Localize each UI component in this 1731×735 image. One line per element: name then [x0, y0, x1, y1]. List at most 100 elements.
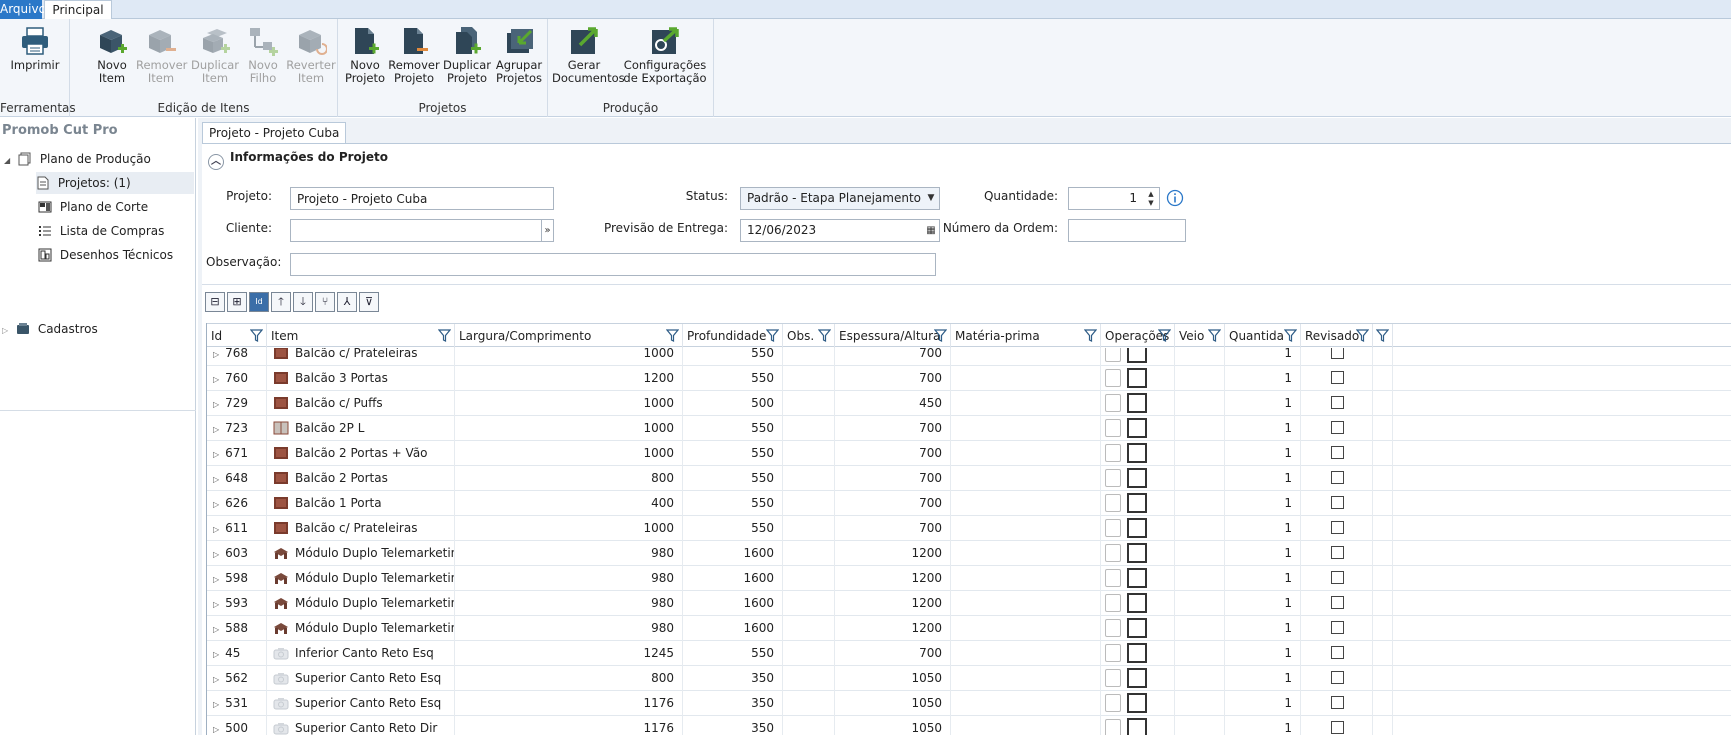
revisado-checkbox[interactable]: [1331, 571, 1344, 584]
expand-row-icon[interactable]: ▷: [213, 500, 219, 509]
revisado-checkbox[interactable]: [1331, 721, 1344, 734]
clear-filter-button[interactable]: ⊽: [359, 292, 379, 312]
quantidade-stepper[interactable]: 1 ▲ ▼: [1068, 187, 1160, 210]
table-row[interactable]: ▷ 648 Balcão 2 Portas 800 550 700 1: [207, 466, 1731, 491]
novo-item-button[interactable]: Novo Item: [90, 25, 134, 85]
revisado-checkbox[interactable]: [1331, 521, 1344, 534]
header-col-revisado[interactable]: Revisado: [1301, 324, 1373, 348]
configuracoes-exportacao-button[interactable]: Configurações de Exportação: [618, 25, 712, 85]
operation-box-icon[interactable]: [1127, 668, 1147, 688]
imprimir-button[interactable]: Imprimir: [8, 25, 62, 72]
operation-box-icon[interactable]: [1127, 543, 1147, 563]
move-down-button[interactable]: 🡓: [293, 292, 313, 312]
operation-box-icon[interactable]: [1127, 643, 1147, 663]
filter-icon[interactable]: [1084, 329, 1097, 342]
table-row[interactable]: ▷ 760 Balcão 3 Portas 1200 550 700 1: [207, 366, 1731, 391]
table-row[interactable]: ▷ 603 Módulo Duplo Telemarketing 980 1600 120…: [207, 541, 1731, 566]
revisado-checkbox[interactable]: [1331, 621, 1344, 634]
expand-row-icon[interactable]: ▷: [213, 625, 219, 634]
operation-slot-icon[interactable]: [1105, 619, 1121, 637]
revisado-checkbox[interactable]: [1331, 546, 1344, 559]
expand-row-icon[interactable]: ▷: [213, 550, 219, 559]
revisado-checkbox[interactable]: [1331, 446, 1344, 459]
revisado-checkbox[interactable]: [1331, 596, 1344, 609]
header-col-profundidade[interactable]: Profundidade: [683, 324, 783, 348]
expand-row-icon[interactable]: ▷: [213, 725, 219, 734]
collapse-triangle-icon[interactable]: ◢: [4, 156, 10, 165]
operation-slot-icon[interactable]: [1105, 544, 1121, 562]
remover-item-button[interactable]: Remover Item: [136, 25, 187, 85]
operation-slot-icon[interactable]: [1105, 348, 1121, 362]
filter-icon[interactable]: [1376, 329, 1389, 342]
tab-arquivo[interactable]: Arquivo: [0, 0, 46, 19]
operation-box-icon[interactable]: [1127, 693, 1147, 713]
expand-row-icon[interactable]: ▷: [213, 400, 219, 409]
expand-row-icon[interactable]: ▷: [213, 650, 219, 659]
header-col-operacoes[interactable]: Operações: [1101, 324, 1175, 348]
header-col-quantidade[interactable]: Quantida: [1225, 324, 1301, 348]
expand-row-icon[interactable]: ▷: [213, 475, 219, 484]
operation-slot-icon[interactable]: [1105, 444, 1121, 462]
expand-row-icon[interactable]: ▷: [213, 425, 219, 434]
expand-row-icon[interactable]: ▷: [213, 375, 219, 384]
tree-node-desenhos-tecnicos[interactable]: Desenhos Técnicos: [38, 244, 173, 266]
header-col-obs[interactable]: Obs.: [783, 324, 835, 348]
tree-node-plano-producao[interactable]: ◢ Plano de Produção: [4, 148, 151, 170]
operation-box-icon[interactable]: [1127, 393, 1147, 413]
novo-projeto-button[interactable]: Novo Projeto: [342, 25, 388, 85]
projeto-input[interactable]: [290, 187, 554, 210]
header-col-id[interactable]: Id: [207, 324, 267, 348]
operation-box-icon[interactable]: [1127, 618, 1147, 638]
cliente-dropdown[interactable]: »: [290, 219, 554, 242]
operation-slot-icon[interactable]: [1105, 394, 1121, 412]
operation-box-icon[interactable]: [1127, 718, 1147, 735]
status-dropdown[interactable]: Padrão - Etapa Planejamento ▼: [740, 187, 940, 210]
operation-box-icon[interactable]: [1127, 518, 1147, 538]
revisado-checkbox[interactable]: [1331, 671, 1344, 684]
table-row[interactable]: ▷ 593 Módulo Duplo Telemarketing 980 1600 120…: [207, 591, 1731, 616]
revisado-checkbox[interactable]: [1331, 371, 1344, 384]
duplicar-item-button[interactable]: Duplicar Item: [190, 25, 240, 85]
operation-box-icon[interactable]: [1127, 368, 1147, 388]
show-id-button[interactable]: Id: [249, 292, 269, 312]
revisado-checkbox[interactable]: [1331, 471, 1344, 484]
table-row[interactable]: ▷ 768 Balcão c/ Prateleiras 1000 550 700 1: [207, 348, 1731, 366]
expand-triangle-icon[interactable]: ▷: [2, 326, 8, 335]
filter-icon[interactable]: [1208, 329, 1221, 342]
operation-box-icon[interactable]: [1127, 348, 1147, 363]
operation-box-icon[interactable]: [1127, 418, 1147, 438]
novo-filho-button[interactable]: Novo Filho: [242, 25, 284, 85]
filter-icon[interactable]: [666, 329, 679, 342]
filter-icon[interactable]: [438, 329, 451, 342]
filter-icon[interactable]: [766, 329, 779, 342]
duplicar-projeto-button[interactable]: Duplicar Projeto: [442, 25, 492, 85]
filter-icon[interactable]: [1158, 329, 1171, 342]
move-up-button[interactable]: 🡑: [271, 292, 291, 312]
expand-row-icon[interactable]: ▷: [213, 675, 219, 684]
operation-box-icon[interactable]: [1127, 493, 1147, 513]
document-tab[interactable]: Projeto - Projeto Cuba: [202, 122, 347, 143]
remover-projeto-button[interactable]: Remover Projeto: [388, 25, 440, 85]
revisado-checkbox[interactable]: [1331, 396, 1344, 409]
revisado-checkbox[interactable]: [1331, 646, 1344, 659]
observacao-input[interactable]: [290, 253, 936, 276]
tree-node-cadastros[interactable]: ▷ Cadastros: [2, 318, 98, 340]
agrupar-projetos-button[interactable]: Agrupar Projetos: [494, 25, 544, 85]
tab-principal[interactable]: Principal: [44, 0, 112, 19]
expand-row-icon[interactable]: ▷: [213, 600, 219, 609]
tree-node-lista-compras[interactable]: Lista de Compras: [38, 220, 164, 242]
expand-row-icon[interactable]: ▷: [213, 700, 219, 709]
double-chevron-down-icon[interactable]: »: [541, 220, 553, 241]
previsao-date-input[interactable]: 12/06/2023 ▦: [740, 219, 940, 242]
expand-row-icon[interactable]: ▷: [213, 350, 219, 359]
operation-slot-icon[interactable]: [1105, 369, 1121, 387]
revisado-checkbox[interactable]: [1331, 348, 1344, 359]
collapse-up-icon[interactable]: ︿: [208, 154, 224, 170]
revisado-checkbox[interactable]: [1331, 496, 1344, 509]
filter-icon[interactable]: [934, 329, 947, 342]
table-row[interactable]: ▷ 45 Inferior Canto Reto Esq 1245 550 700 1: [207, 641, 1731, 666]
header-col-item[interactable]: Item: [267, 324, 455, 348]
filter-icon[interactable]: [818, 329, 831, 342]
operation-slot-icon[interactable]: [1105, 569, 1121, 587]
operation-slot-icon[interactable]: [1105, 694, 1121, 712]
